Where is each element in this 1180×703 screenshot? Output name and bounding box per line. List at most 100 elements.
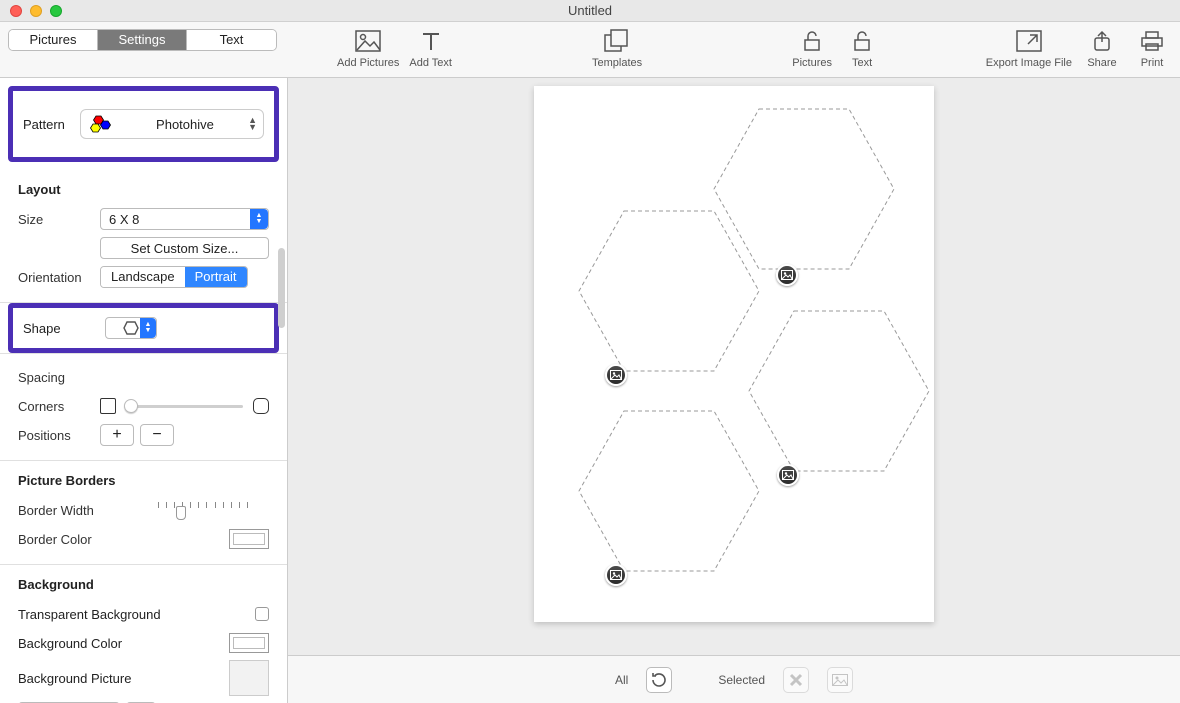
- add-picture-badge[interactable]: [776, 264, 798, 286]
- shape-label: Shape: [23, 321, 105, 336]
- canvas-page[interactable]: [534, 86, 934, 622]
- templates-icon: [603, 27, 631, 55]
- picture-icon: [355, 27, 381, 55]
- titlebar: Untitled: [0, 0, 1180, 22]
- print-icon: [1140, 27, 1164, 55]
- lock-text-label: Text: [852, 57, 872, 69]
- positions-remove-button[interactable]: −: [140, 424, 174, 446]
- canvas-footer: All Selected: [288, 655, 1180, 703]
- pattern-label: Pattern: [23, 117, 65, 132]
- corners-label: Corners: [18, 399, 100, 414]
- hexagon-icon: [123, 321, 139, 335]
- footer-selected-label: Selected: [718, 673, 765, 687]
- image-icon: [610, 370, 622, 380]
- add-pictures-label: Add Pictures: [337, 57, 399, 69]
- window-title: Untitled: [0, 3, 1180, 18]
- text-icon: [421, 27, 441, 55]
- replace-picture-button[interactable]: [827, 667, 853, 693]
- background-section: Background Transparent Background Backgr…: [0, 565, 287, 703]
- orientation-label: Orientation: [18, 270, 100, 285]
- pattern-dropdown[interactable]: Photohive ▲▼: [80, 109, 264, 139]
- shape-row-highlight: Shape ▲▼: [8, 303, 279, 353]
- main-area: Pattern Photohive ▲▼ Layout Size: [0, 78, 1180, 703]
- corner-square-icon: [100, 398, 116, 414]
- lock-pictures-label: Pictures: [792, 57, 832, 69]
- share-label: Share: [1087, 57, 1116, 69]
- lock-pictures-button[interactable]: Pictures: [792, 27, 832, 69]
- image-icon: [832, 674, 848, 686]
- layout-section: Layout Size 6 X 8 ▲▼ Set Custom Size... …: [0, 170, 287, 303]
- select-arrows-icon: ▲▼: [140, 318, 156, 338]
- border-color-well[interactable]: [229, 529, 269, 549]
- background-heading: Background: [18, 577, 269, 592]
- rotate-all-button[interactable]: [646, 667, 672, 693]
- share-icon: [1092, 27, 1112, 55]
- add-text-button[interactable]: Add Text: [409, 27, 452, 69]
- export-button[interactable]: Export Image File: [986, 27, 1072, 69]
- sidebar-scrollbar[interactable]: [278, 248, 285, 328]
- hex-slot-3[interactable]: [744, 306, 934, 476]
- templates-button[interactable]: Templates: [592, 27, 642, 69]
- settings-scroll[interactable]: Layout Size 6 X 8 ▲▼ Set Custom Size... …: [0, 170, 287, 703]
- border-width-label: Border Width: [18, 503, 158, 518]
- add-pictures-button[interactable]: Add Pictures: [337, 27, 399, 69]
- rotate-icon: [650, 671, 668, 689]
- shape-select[interactable]: ▲▼: [105, 317, 157, 339]
- photohive-icon: [89, 114, 115, 134]
- add-picture-badge[interactable]: [777, 464, 799, 486]
- tab-text[interactable]: Text: [187, 30, 276, 50]
- corner-round-icon: [253, 398, 269, 414]
- unlock-icon: [802, 27, 822, 55]
- x-icon: [789, 673, 803, 687]
- print-button[interactable]: Print: [1132, 27, 1172, 69]
- orientation-segmented: Landscape Portrait: [100, 266, 248, 288]
- size-select[interactable]: 6 X 8 ▲▼: [100, 208, 269, 230]
- pattern-row-highlight: Pattern Photohive ▲▼: [8, 86, 279, 162]
- image-icon: [610, 570, 622, 580]
- bg-picture-label: Background Picture: [18, 671, 229, 686]
- print-label: Print: [1141, 57, 1164, 69]
- orientation-portrait[interactable]: Portrait: [185, 267, 247, 287]
- add-picture-badge[interactable]: [605, 564, 627, 586]
- canvas-area: All Selected: [288, 78, 1180, 703]
- bg-color-label: Background Color: [18, 636, 229, 651]
- export-icon: [1016, 27, 1042, 55]
- select-arrows-icon: ▲▼: [250, 209, 268, 229]
- unlock-icon: [852, 27, 872, 55]
- export-label: Export Image File: [986, 57, 1072, 69]
- set-custom-size-button[interactable]: Set Custom Size...: [100, 237, 269, 259]
- size-value: 6 X 8: [109, 212, 139, 227]
- toolbar: Pictures Settings Text Add Pictures Add …: [0, 22, 1180, 78]
- delete-selected-button[interactable]: [783, 667, 809, 693]
- hex-slot-2[interactable]: [574, 206, 764, 376]
- borders-section: Picture Borders Border Width Border Colo…: [0, 461, 287, 565]
- add-picture-badge[interactable]: [605, 364, 627, 386]
- spacing-label: Spacing: [18, 370, 100, 385]
- layout-heading: Layout: [18, 182, 269, 197]
- lock-text-button[interactable]: Text: [842, 27, 882, 69]
- border-width-slider[interactable]: [158, 500, 248, 520]
- positions-label: Positions: [18, 428, 100, 443]
- transparent-bg-checkbox[interactable]: [255, 607, 269, 621]
- orientation-landscape[interactable]: Landscape: [101, 267, 185, 287]
- pattern-value: Photohive: [115, 117, 255, 132]
- positions-add-button[interactable]: +: [100, 424, 134, 446]
- templates-label: Templates: [592, 57, 642, 69]
- dropdown-arrows-icon: ▲▼: [248, 117, 257, 131]
- footer-all-label: All: [615, 673, 628, 687]
- tab-settings[interactable]: Settings: [98, 30, 187, 50]
- size-label: Size: [18, 212, 100, 227]
- image-icon: [781, 270, 793, 280]
- corners-slider[interactable]: [126, 405, 243, 408]
- border-color-label: Border Color: [18, 532, 158, 547]
- transparent-bg-label: Transparent Background: [18, 607, 255, 622]
- hex-slot-4[interactable]: [574, 406, 764, 576]
- borders-heading: Picture Borders: [18, 473, 269, 488]
- tab-pictures[interactable]: Pictures: [9, 30, 98, 50]
- bg-color-well[interactable]: [229, 633, 269, 653]
- bg-picture-well[interactable]: [229, 660, 269, 696]
- image-icon: [782, 470, 794, 480]
- add-text-label: Add Text: [409, 57, 452, 69]
- share-button[interactable]: Share: [1082, 27, 1122, 69]
- settings-sidebar: Pattern Photohive ▲▼ Layout Size: [0, 78, 288, 703]
